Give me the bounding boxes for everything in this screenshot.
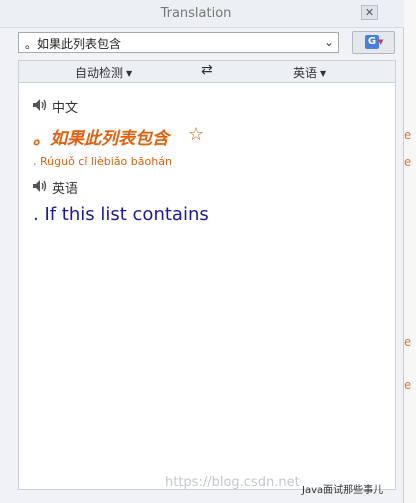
source-text-select[interactable]: 。如果此列表包含 ⌄	[18, 32, 339, 53]
translate-button[interactable]: G ▼	[352, 31, 395, 54]
target-language-heading: 英语	[52, 182, 79, 197]
source-language-dropdown[interactable]: 自动检测 ▼	[75, 64, 132, 81]
dropdown-arrow-icon: ▼	[378, 38, 384, 46]
source-text-display: 。如果此列表包含	[33, 129, 169, 149]
source-text-value: 。如果此列表包含	[25, 37, 122, 51]
google-translate-icon: G	[365, 35, 379, 49]
close-button[interactable]: ✕	[361, 5, 378, 20]
target-language-label: 英语	[293, 66, 318, 80]
background-editor-strip: e e e e	[404, 0, 416, 503]
translation-result-panel: 中文 。如果此列表包含 ☆ . Rúguǒ cǐ lièbiǎo bāohán …	[18, 83, 396, 490]
speaker-icon[interactable]	[32, 98, 48, 112]
watermark-url: https://blog.csdn.net	[165, 475, 300, 490]
title-bar[interactable]: Translation ✕	[0, 0, 404, 28]
chevron-down-icon[interactable]: ⌄	[324, 35, 334, 49]
swap-languages-icon[interactable]: ⇄	[201, 62, 213, 78]
target-language-dropdown[interactable]: 英语 ▼	[293, 64, 326, 81]
caret-down-icon: ▼	[126, 69, 133, 78]
source-language-label: 自动检测	[75, 66, 124, 80]
caret-down-icon: ▼	[320, 69, 327, 78]
window-title: Translation	[160, 6, 232, 21]
translation-window: Translation ✕ 。如果此列表包含 ⌄ G ▼ 自动检测 ▼ ⇄ 英语 ▼…	[0, 0, 404, 503]
translation-text: . If this list contains	[33, 204, 209, 225]
star-icon[interactable]: ☆	[188, 124, 204, 145]
language-bar: 自动检测 ▼ ⇄ 英语 ▼	[18, 60, 396, 83]
watermark-brand: Java面试那些事儿	[302, 485, 384, 496]
speaker-icon[interactable]	[32, 179, 48, 193]
pinyin-text: . Rúguǒ cǐ lièbiǎo bāohán	[33, 155, 172, 168]
source-language-heading: 中文	[52, 101, 79, 116]
